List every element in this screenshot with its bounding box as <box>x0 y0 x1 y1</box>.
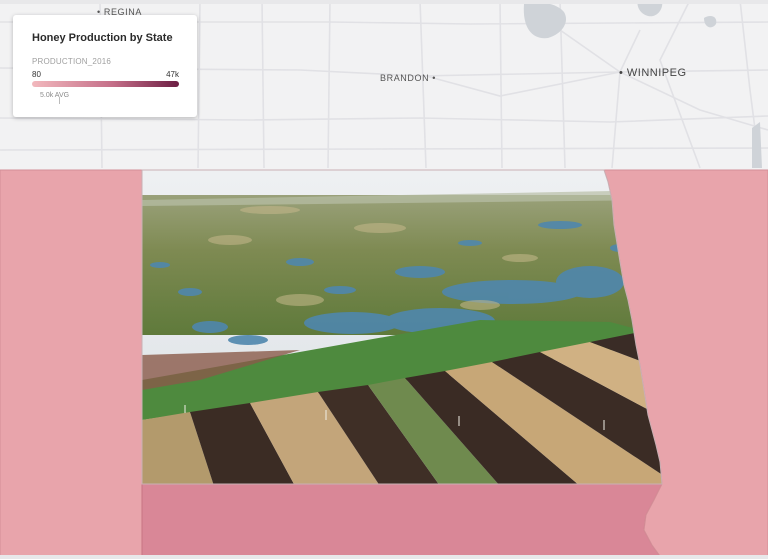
legend-min-label: 80 <box>32 70 41 79</box>
top-edge <box>0 0 768 4</box>
legend-field-name: PRODUCTION_2016 <box>32 57 112 66</box>
state-montana[interactable] <box>0 169 143 557</box>
state-south-dakota[interactable] <box>141 483 663 557</box>
bottom-edge <box>0 555 768 559</box>
legend-avg-label: 5.0k AVG <box>40 92 70 99</box>
legend-title: Honey Production by State <box>32 32 173 44</box>
city-label-winnipeg: • WINNIPEG <box>619 67 687 79</box>
legend-max-label: 47k <box>166 70 179 79</box>
legend-color-ramp <box>32 81 179 87</box>
legend-panel[interactable]: Honey Production by State PRODUCTION_201… <box>13 15 197 117</box>
city-label-brandon: BRANDON • <box>380 73 437 83</box>
state-north-dakota[interactable] <box>142 170 664 486</box>
legend-range: 80 47k <box>32 70 179 79</box>
legend-avg-tick <box>59 97 60 104</box>
